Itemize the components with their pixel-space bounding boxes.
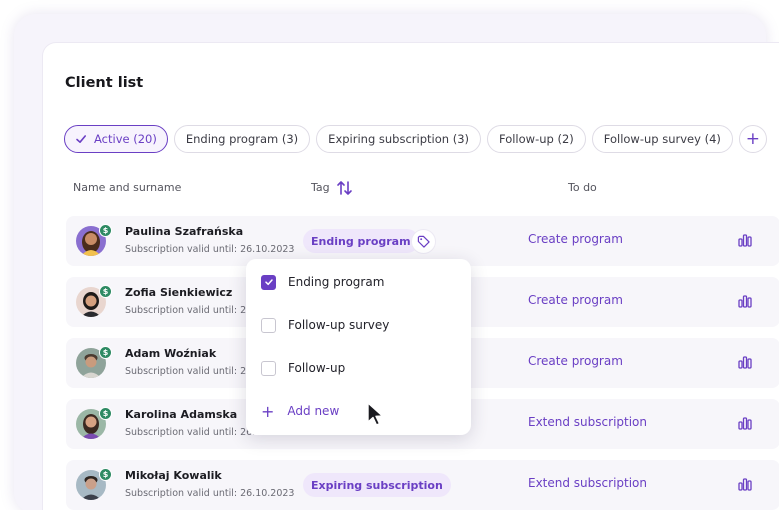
- dollar-badge-icon: $: [99, 468, 112, 481]
- filter-chip-label: Expiring subscription (3): [328, 132, 469, 146]
- bar-chart-icon[interactable]: [738, 477, 752, 491]
- subscription-info: Subscription valid until: 26.10.2023: [125, 488, 295, 499]
- filter-chip-label: Active (20): [94, 132, 157, 146]
- column-header-todo: To do: [568, 181, 597, 194]
- table-row[interactable]: $ Mikołaj Kowalik Subscription valid unt…: [66, 460, 779, 510]
- add-new-label: Add new: [287, 404, 340, 418]
- mouse-cursor-icon: [367, 402, 384, 426]
- tag-badge[interactable]: Ending program: [303, 229, 419, 253]
- dollar-badge-icon: $: [99, 285, 112, 298]
- filter-chip-label: Follow-up (2): [499, 132, 574, 146]
- filter-chip-expiring-subscription[interactable]: Expiring subscription (3): [316, 125, 481, 153]
- dollar-badge-icon: $: [99, 224, 112, 237]
- dropdown-option-label: Follow-up: [288, 361, 346, 375]
- add-new-tag-button[interactable]: + Add new: [261, 401, 340, 421]
- sort-icon[interactable]: [336, 179, 354, 197]
- add-filter-button[interactable]: +: [738, 125, 767, 153]
- plus-icon: +: [261, 401, 275, 421]
- client-name[interactable]: Adam Woźniak: [125, 347, 216, 360]
- checkbox[interactable]: [261, 360, 276, 376]
- subscription-info: Subscription valid until: 26.10.2023: [125, 244, 295, 255]
- filter-chip-follow-up[interactable]: Follow-up (2): [487, 125, 586, 153]
- column-header-name[interactable]: Name and surname: [73, 181, 181, 194]
- todo-link[interactable]: Create program: [528, 293, 623, 307]
- bar-chart-icon[interactable]: [738, 416, 752, 430]
- dollar-badge-icon: $: [99, 346, 112, 359]
- dropdown-option-ending-program[interactable]: Ending program: [261, 273, 384, 291]
- filter-chip-follow-up-survey[interactable]: Follow-up survey (4): [591, 125, 733, 153]
- check-icon: [76, 135, 86, 143]
- filter-chip-label: Follow-up survey (4): [603, 132, 721, 146]
- dropdown-option-label: Follow-up survey: [288, 318, 390, 332]
- page-title: Client list: [65, 75, 144, 91]
- bar-chart-icon[interactable]: [738, 233, 752, 247]
- todo-link[interactable]: Create program: [528, 354, 623, 368]
- bar-chart-icon[interactable]: [738, 294, 752, 308]
- filter-chip-label: Ending program (3): [185, 132, 299, 146]
- client-name[interactable]: Zofia Sienkiewicz: [125, 286, 232, 299]
- checkbox-checked[interactable]: [261, 274, 276, 290]
- client-name[interactable]: Karolina Adamska: [125, 408, 237, 421]
- dropdown-option-follow-up[interactable]: Follow-up: [261, 359, 345, 377]
- tag-badge[interactable]: Expiring subscription: [303, 473, 451, 497]
- check-icon: [264, 279, 273, 286]
- tag-icon[interactable]: [411, 229, 436, 254]
- checkbox[interactable]: [261, 317, 276, 333]
- todo-link[interactable]: Extend subscription: [528, 415, 647, 429]
- column-header-tag[interactable]: Tag: [311, 181, 330, 194]
- client-name[interactable]: Paulina Szafrańska: [125, 225, 243, 238]
- todo-link[interactable]: Create program: [528, 232, 623, 246]
- client-name[interactable]: Mikołaj Kowalik: [125, 469, 222, 482]
- dropdown-option-label: Ending program: [288, 275, 385, 289]
- filter-chips: Active (20) Ending program (3) Expiring …: [64, 125, 767, 153]
- todo-link[interactable]: Extend subscription: [528, 476, 647, 490]
- dropdown-option-follow-up-survey[interactable]: Follow-up survey: [261, 316, 389, 334]
- filter-chip-active[interactable]: Active (20): [64, 125, 168, 153]
- bar-chart-icon[interactable]: [738, 355, 752, 369]
- dollar-badge-icon: $: [99, 407, 112, 420]
- filter-chip-ending-program[interactable]: Ending program (3): [173, 125, 311, 153]
- tag-dropdown: Ending program Follow-up survey Follow-u…: [246, 259, 471, 435]
- plus-icon: +: [745, 129, 760, 149]
